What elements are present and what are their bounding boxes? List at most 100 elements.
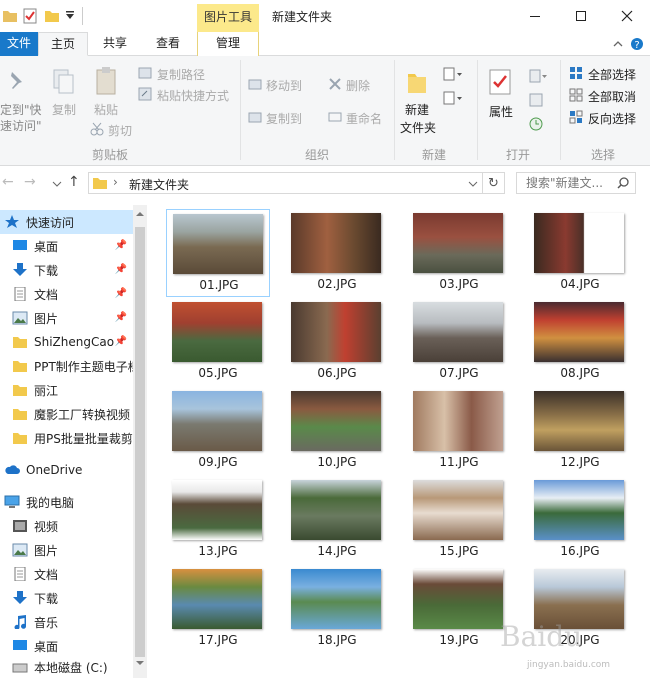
group-divider: [240, 60, 241, 160]
nav-pc-pictures[interactable]: 图片: [0, 538, 133, 562]
tab-file[interactable]: 文件: [0, 32, 38, 56]
new-folder-label-2[interactable]: 文件夹: [400, 119, 436, 136]
file-name: 03.JPG: [439, 277, 479, 291]
file-tile[interactable]: 12.JPG: [528, 387, 632, 475]
nav-onedrive[interactable]: OneDrive: [0, 458, 133, 482]
select-all-button[interactable]: 全部选择: [588, 66, 636, 83]
folder-icon[interactable]: [2, 8, 18, 24]
new-folder-icon[interactable]: [44, 8, 60, 24]
nav-this-pc[interactable]: 我的电脑: [0, 490, 133, 514]
file-tile[interactable]: 02.JPG: [285, 209, 389, 297]
nav-folder-ppt[interactable]: PPT制作主题电子档: [0, 354, 133, 378]
rename-button[interactable]: 重命名: [346, 110, 382, 127]
scroll-up-icon[interactable]: [136, 211, 144, 217]
maximize-button[interactable]: [558, 0, 604, 32]
file-tile[interactable]: 19.JPG: [407, 565, 511, 653]
nav-pictures[interactable]: 图片 📌: [0, 306, 133, 330]
select-none-button[interactable]: 全部取消: [588, 88, 636, 105]
nav-scrollbar[interactable]: [133, 205, 147, 678]
tab-share[interactable]: 共享: [92, 32, 138, 56]
nav-downloads[interactable]: 下载 📌: [0, 258, 133, 282]
properties-icon[interactable]: [22, 8, 38, 24]
delete-button[interactable]: 删除: [346, 77, 370, 94]
select-all-icon: [570, 67, 582, 79]
nav-music[interactable]: 音乐: [0, 610, 133, 634]
pin-to-quick-access-label-2[interactable]: 速访问": [0, 117, 42, 134]
paste-shortcut-button[interactable]: 粘贴快捷方式: [157, 87, 229, 104]
file-tile[interactable]: 15.JPG: [407, 476, 511, 564]
copy-path-button[interactable]: 复制路径: [157, 66, 205, 83]
nav-documents[interactable]: 文档 📌: [0, 282, 133, 306]
tab-home[interactable]: 主页: [38, 32, 88, 56]
group-divider: [477, 60, 478, 160]
file-tile[interactable]: 16.JPG: [528, 476, 632, 564]
history-icon[interactable]: [528, 116, 544, 132]
recent-locations-icon[interactable]: [52, 180, 62, 188]
quick-access-dropdown-icon[interactable]: [62, 8, 78, 24]
file-name: 01.JPG: [199, 278, 239, 292]
properties-button[interactable]: 属性: [489, 103, 513, 120]
cut-icon: [90, 122, 104, 136]
close-button[interactable]: [604, 0, 650, 32]
nav-quick-access[interactable]: 快速访问: [0, 210, 133, 234]
edit-icon[interactable]: [528, 92, 544, 108]
nav-folder-lijiang[interactable]: 丽江: [0, 378, 133, 402]
pictures-icon: [12, 543, 28, 557]
new-folder-label-1[interactable]: 新建: [405, 101, 429, 118]
file-tile[interactable]: 08.JPG: [528, 298, 632, 386]
pin-icon: 📌: [114, 264, 127, 275]
navigation-pane: 快速访问 桌面 📌 下载 📌 文档 📌 图片 📌 ShiZhengCao 📌 PPT制作主…: [0, 205, 147, 678]
chevron-down-icon[interactable]: [468, 180, 478, 188]
up-icon[interactable]: ↑: [68, 174, 80, 190]
tab-view[interactable]: 查看: [144, 32, 192, 56]
nav-folder-video[interactable]: 魔影工厂转换视频: [0, 402, 133, 426]
tab-manage[interactable]: 管理: [197, 32, 259, 56]
file-tile[interactable]: 17.JPG: [166, 565, 270, 653]
nav-folder-shizhengcao[interactable]: ShiZhengCao 📌: [0, 330, 133, 354]
copy-button[interactable]: 复制: [52, 101, 76, 118]
file-tile[interactable]: 18.JPG: [285, 565, 389, 653]
address-path[interactable]: 新建文件夹: [129, 176, 189, 193]
paste-button[interactable]: 粘贴: [94, 101, 118, 118]
file-tile[interactable]: 01.JPG: [166, 209, 270, 297]
search-input[interactable]: 搜索"新建文...: [516, 172, 636, 194]
nav-folder-ps[interactable]: 用PS批量批量裁剪: [0, 426, 133, 450]
file-name: 11.JPG: [439, 455, 479, 469]
invert-selection-button[interactable]: 反向选择: [588, 110, 636, 127]
nav-local-disk[interactable]: 本地磁盘 (C:): [0, 658, 133, 676]
file-tile[interactable]: 06.JPG: [285, 298, 389, 386]
pin-to-quick-access-label[interactable]: 定到"快: [0, 101, 42, 118]
address-bar[interactable]: › 新建文件夹: [88, 172, 483, 194]
nav-videos[interactable]: 视频: [0, 514, 133, 538]
file-tile[interactable]: 13.JPG: [166, 476, 270, 564]
open-icon[interactable]: [528, 68, 548, 84]
collapse-ribbon-icon[interactable]: [612, 39, 624, 49]
cut-button[interactable]: 剪切: [108, 122, 132, 139]
file-tile[interactable]: 11.JPG: [407, 387, 511, 475]
minimize-button[interactable]: [512, 0, 558, 32]
nav-pc-desktop[interactable]: 桌面: [0, 634, 133, 658]
file-tile[interactable]: 09.JPG: [166, 387, 270, 475]
new-item-icon[interactable]: [442, 66, 464, 82]
file-tile[interactable]: 05.JPG: [166, 298, 270, 386]
nav-pc-documents[interactable]: 文档: [0, 562, 133, 586]
copy-to-button[interactable]: 复制到: [266, 110, 302, 127]
chevron-right-icon: ›: [113, 175, 118, 189]
file-tile[interactable]: 03.JPG: [407, 209, 511, 297]
scroll-down-icon[interactable]: [136, 660, 144, 666]
nav-pc-downloads[interactable]: 下载: [0, 586, 133, 610]
file-tile[interactable]: 07.JPG: [407, 298, 511, 386]
file-tile[interactable]: 04.JPG: [528, 209, 632, 297]
invert-selection-icon: [569, 110, 583, 124]
back-icon[interactable]: ←: [2, 174, 14, 190]
file-tile[interactable]: 14.JPG: [285, 476, 389, 564]
refresh-button[interactable]: ↻: [483, 172, 505, 194]
nav-desktop[interactable]: 桌面 📌: [0, 234, 133, 258]
move-to-button[interactable]: 移动到: [266, 77, 302, 94]
forward-icon[interactable]: →: [24, 174, 36, 190]
file-name: 12.JPG: [560, 455, 600, 469]
file-tile[interactable]: 10.JPG: [285, 387, 389, 475]
easy-access-icon[interactable]: [442, 90, 464, 106]
scroll-thumb[interactable]: [135, 227, 145, 657]
help-icon[interactable]: ?: [630, 37, 644, 51]
